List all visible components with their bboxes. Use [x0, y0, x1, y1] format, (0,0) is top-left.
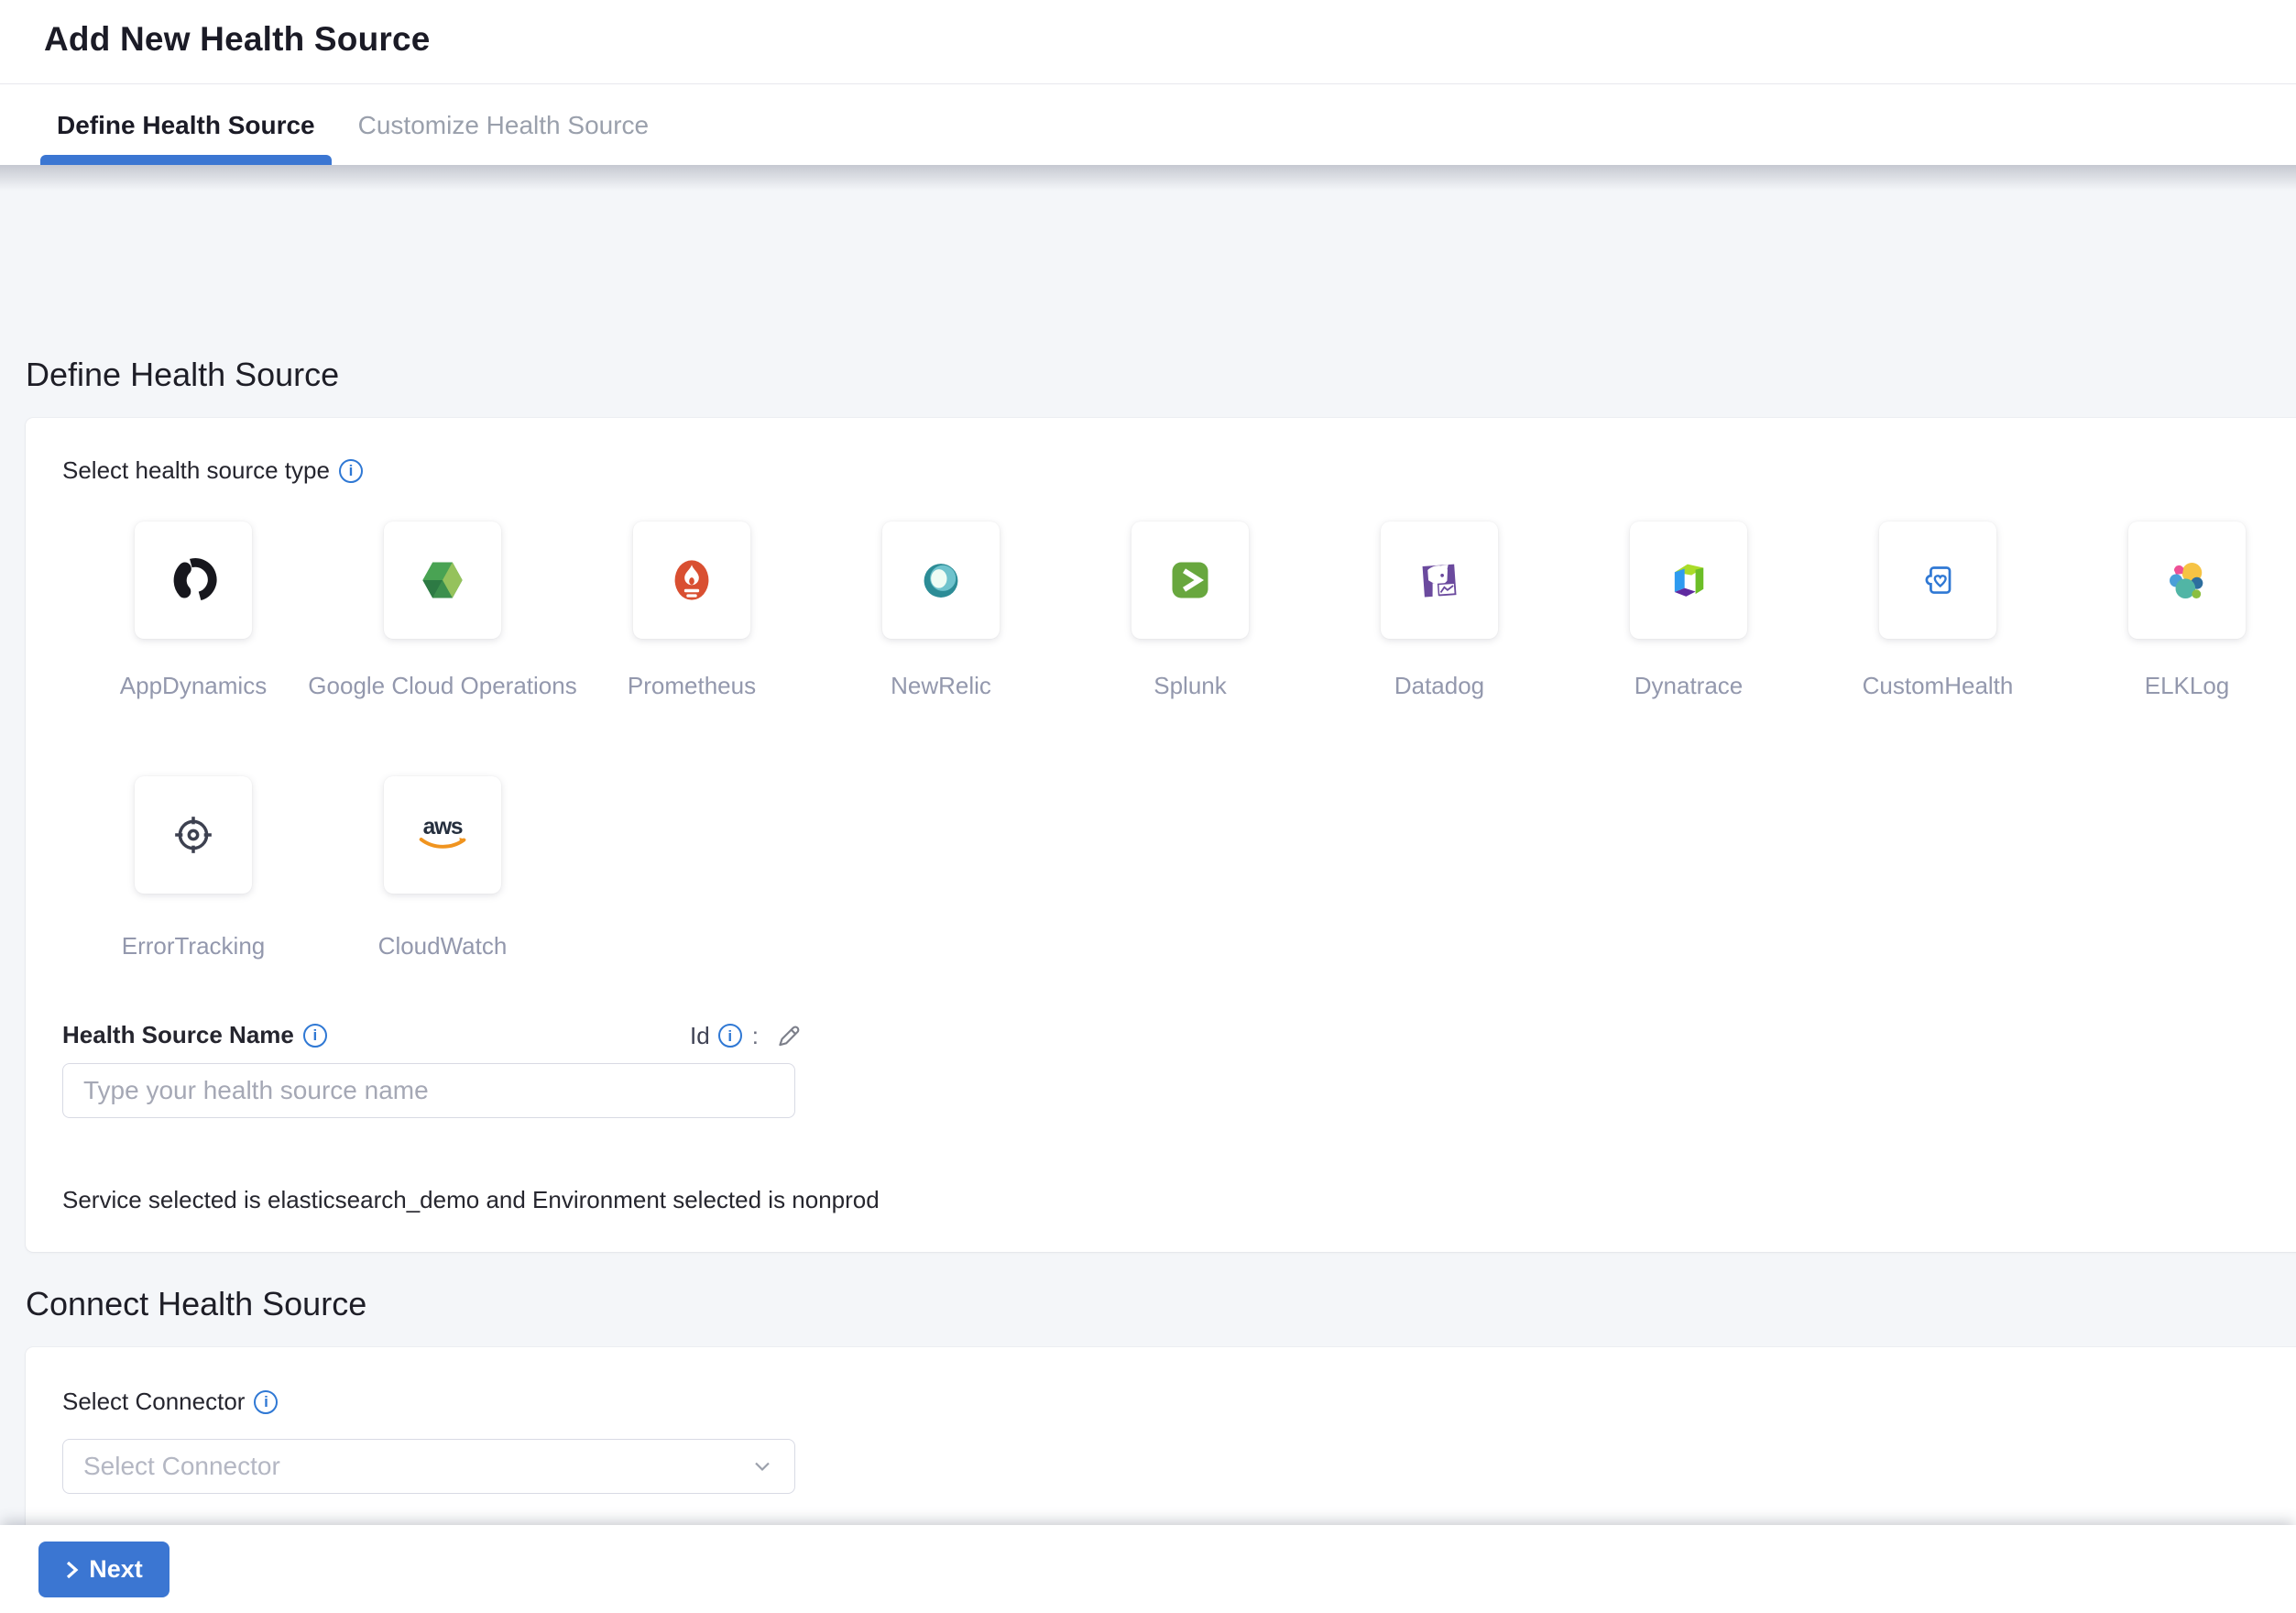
source-label: NewRelic [891, 672, 991, 700]
source-tile-dynatrace[interactable] [1630, 521, 1747, 639]
info-icon[interactable]: i [254, 1390, 278, 1414]
source-type-label: Select health source type [62, 456, 330, 485]
chevron-right-icon [65, 1560, 80, 1580]
source-tile-customhealth[interactable] [1879, 521, 1996, 639]
svg-text:aws: aws [423, 815, 463, 839]
info-icon[interactable]: i [718, 1024, 742, 1048]
dynatrace-icon [1665, 556, 1712, 604]
source-label: Splunk [1153, 672, 1227, 700]
cloudwatch-aws-icon: aws [413, 810, 472, 860]
panel-footer: Next [0, 1525, 2296, 1613]
source-label: Google Cloud Operations [308, 672, 576, 700]
source-tile-cloudwatch[interactable]: aws [384, 776, 501, 894]
splunk-icon [1166, 556, 1214, 604]
source-label: CloudWatch [378, 932, 508, 960]
appdynamics-icon [169, 556, 217, 604]
source-tile-google-cloud-operations[interactable] [384, 521, 501, 639]
source-tile-datadog[interactable] [1381, 521, 1498, 639]
tab-label: Define Health Source [57, 111, 315, 140]
active-tab-underline [40, 155, 332, 165]
source-tile-errortracking[interactable] [135, 776, 252, 894]
source-tile-elklog[interactable] [2128, 521, 2246, 639]
connector-placeholder: Select Connector [83, 1452, 280, 1481]
source-tile-appdynamics[interactable] [135, 521, 252, 639]
source-tile-prometheus[interactable] [633, 521, 750, 639]
panel-header: Add New Health Source [0, 0, 2296, 84]
next-button[interactable]: Next [38, 1542, 169, 1597]
source-type-label-row: Select health source type i [62, 456, 363, 485]
tab-define-health-source[interactable]: Define Health Source [44, 85, 328, 165]
tab-bar: Define Health Source Customize Health So… [0, 85, 2296, 165]
google-cloud-operations-icon [419, 556, 466, 604]
newrelic-icon [917, 556, 965, 604]
source-label: Prometheus [628, 672, 756, 700]
info-icon[interactable]: i [303, 1024, 327, 1048]
define-health-source-card: Select health source type i [26, 418, 2296, 1252]
tab-label: Customize Health Source [358, 111, 649, 140]
select-connector-label: Select Connector [62, 1388, 245, 1416]
health-source-name-label: Health Source Name [62, 1021, 294, 1049]
source-tile-newrelic[interactable] [882, 521, 1000, 639]
elklog-icon [2163, 556, 2211, 604]
connect-section-heading: Connect Health Source [26, 1285, 366, 1323]
source-label: ELKLog [2145, 672, 2230, 700]
add-health-source-panel: Add New Health Source Define Health Sour… [0, 0, 2296, 1613]
source-label: Datadog [1394, 672, 1484, 700]
page-title: Add New Health Source [44, 20, 431, 59]
source-label: Dynatrace [1635, 672, 1744, 700]
id-label: Id [690, 1022, 710, 1050]
edit-pencil-icon[interactable] [774, 1021, 804, 1050]
tab-customize-health-source[interactable]: Customize Health Source [345, 85, 661, 165]
id-row: Id i : [690, 1021, 804, 1050]
health-source-name-label-row: Health Source Name i [62, 1021, 327, 1049]
errortracking-icon [168, 809, 219, 861]
chevron-down-icon [754, 1462, 771, 1472]
datadog-icon [1416, 556, 1463, 604]
source-label: CustomHealth [1863, 672, 2014, 700]
source-tile-splunk[interactable] [1132, 521, 1249, 639]
prometheus-icon [668, 556, 716, 604]
define-section-heading: Define Health Source [26, 356, 339, 394]
next-button-label: Next [89, 1555, 143, 1584]
customhealth-icon [1914, 556, 1962, 604]
service-environment-note: Service selected is elasticsearch_demo a… [62, 1186, 880, 1214]
info-icon[interactable]: i [339, 459, 363, 483]
panel-content: Define Health Source Select health sourc… [0, 165, 2296, 1525]
health-source-name-input[interactable] [62, 1063, 795, 1118]
source-label: ErrorTracking [122, 932, 266, 960]
connector-select[interactable]: Select Connector [62, 1439, 795, 1494]
select-connector-label-row: Select Connector i [62, 1388, 278, 1416]
id-colon: : [752, 1022, 759, 1050]
source-label: AppDynamics [120, 672, 267, 700]
